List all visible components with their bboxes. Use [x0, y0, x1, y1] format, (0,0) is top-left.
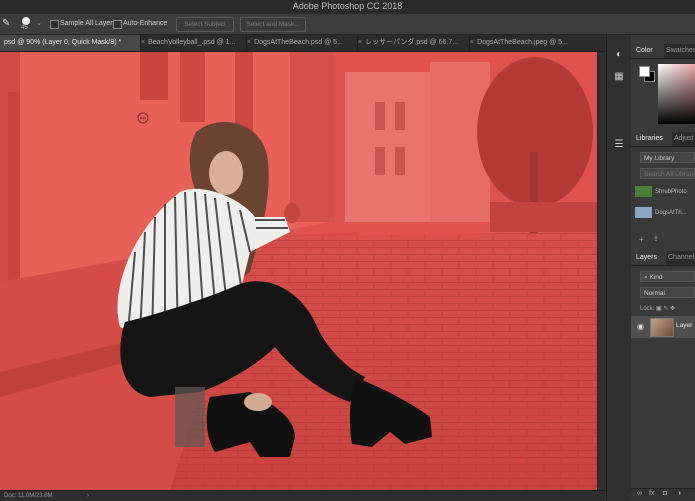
brush-preview-icon[interactable] [22, 17, 30, 25]
title-bar: Adobe Photoshop CC 2018 [0, 0, 695, 15]
library-item-label: ShrubPhoto [655, 189, 687, 195]
close-icon[interactable]: × [247, 39, 251, 46]
tab-red-panda[interactable]: × レッサーパンダ.psd @ 66.7... [354, 35, 470, 51]
tab-active-document[interactable]: psd @ 90% (Layer 0, Quick Mask/8) * [0, 35, 141, 51]
lock-icon[interactable]: ▣ ✎ ✥ [656, 306, 675, 312]
libraries-panel-tabs: Libraries Adjust [631, 132, 695, 147]
sample-all-layers-checkbox[interactable] [50, 20, 59, 29]
swatches-panel-icon[interactable]: ▦ [613, 71, 625, 83]
tab-layers[interactable]: Layers [631, 251, 666, 265]
library-search-input[interactable]: Search All Libraries [640, 168, 695, 179]
right-panels: Color Swatches Libraries Adjust My Libra… [631, 35, 695, 501]
link-icon[interactable]: ∞ [637, 490, 642, 497]
layers-panel-footer: ∞ fx ◘ ◑ [631, 488, 695, 501]
library-item[interactable]: ShrubPhoto [635, 185, 695, 199]
tab-label: DogsAtTheBeach.psd @ 5... [254, 39, 343, 46]
document-tabs: psd @ 90% (Layer 0, Quick Mask/8) * × Bea… [0, 35, 610, 52]
tab-color[interactable]: Color [631, 44, 664, 58]
library-thumb [635, 185, 652, 197]
libraries-panel-icon[interactable]: ☰ [613, 139, 625, 151]
library-select[interactable]: My Library [640, 152, 695, 163]
tab-beach-volleyball[interactable]: × BeachVolleyball_.psd @ 1... [137, 35, 247, 51]
layer-name: Layer [676, 322, 693, 329]
layer-thumbnail [650, 318, 674, 337]
lock-label: Lock: [640, 306, 655, 312]
brush-size-value: 45 [21, 25, 28, 31]
close-icon[interactable]: × [358, 39, 362, 46]
auto-enhance-label: Auto-Enhance [123, 20, 168, 27]
foreground-color-swatch[interactable] [639, 66, 650, 77]
lock-controls: Lock: ▣ ✎ ✥ [640, 305, 675, 312]
library-thumb [635, 206, 652, 218]
tab-dogs-psd[interactable]: × DogsAtTheBeach.psd @ 5... [243, 35, 358, 51]
select-subject-button[interactable]: Select Subject [176, 17, 234, 32]
layer-row[interactable]: ◉ Layer [631, 316, 695, 338]
tab-label: BeachVolleyball_.psd @ 1... [148, 39, 236, 46]
app-title: Adobe Photoshop CC 2018 [292, 1, 403, 11]
tab-label: レッサーパンダ.psd @ 66.7... [365, 39, 459, 46]
color-panel-tabs: Color Swatches [631, 44, 695, 59]
quick-mask-photo[interactable] [0, 52, 597, 490]
options-bar: ✎ 45 ⌄ Sample All Layers Auto-Enhance Se… [0, 14, 695, 35]
color-picker-field[interactable] [658, 64, 695, 124]
chevron-down-icon[interactable]: ⌄ [36, 19, 42, 27]
doc-size-readout: Doc: 11.0M/23.8M [4, 493, 53, 499]
panel-icon-strip: ◐ ▦ ☰ [606, 35, 632, 500]
library-item[interactable]: DogsAtTh... [635, 206, 695, 220]
vertical-scrollbar[interactable] [597, 52, 606, 490]
library-item-label: DogsAtTh... [655, 210, 687, 216]
tab-adjustments[interactable]: Adjust [669, 132, 693, 146]
tab-channels[interactable]: Channels [663, 251, 695, 265]
select-and-mask-button[interactable]: Select and Mask... [240, 17, 306, 32]
tab-libraries[interactable]: Libraries [631, 132, 672, 146]
adjustment-icon[interactable]: ◑ [677, 490, 681, 497]
tab-swatches[interactable]: Swatches [661, 44, 695, 58]
auto-enhance-checkbox[interactable] [113, 20, 122, 29]
quick-selection-brush-icon[interactable]: ✎ [2, 17, 16, 31]
layer-filter-select[interactable]: ⌕ Kind [640, 271, 695, 282]
mask-icon[interactable]: ◘ [663, 490, 667, 497]
filter-kind-label: Kind [649, 274, 663, 281]
add-icon[interactable]: + [639, 235, 644, 244]
status-bar: Doc: 11.0M/23.8M › [0, 490, 605, 501]
fx-icon[interactable]: fx [649, 490, 654, 497]
layers-panel-tabs: Layers Channels [631, 251, 695, 266]
close-icon[interactable]: × [470, 39, 474, 46]
blend-mode-select[interactable]: Normal [640, 287, 695, 298]
tab-label: DogsAtTheBeach.jpeg @ 5... [477, 39, 568, 46]
eye-icon[interactable]: ◉ [637, 322, 644, 331]
tab-label: psd @ 90% (Layer 0, Quick Mask/8) * [4, 39, 122, 46]
color-panel-icon[interactable]: ◐ [613, 49, 625, 61]
document-canvas[interactable] [0, 52, 605, 490]
close-icon[interactable]: × [141, 39, 145, 46]
sample-all-layers-label: Sample All Layers [60, 20, 117, 27]
tab-dogs-jpeg[interactable]: × DogsAtTheBeach.jpeg @ 5... [466, 35, 610, 51]
cloud-upload-icon[interactable]: ⇪ [653, 235, 659, 243]
